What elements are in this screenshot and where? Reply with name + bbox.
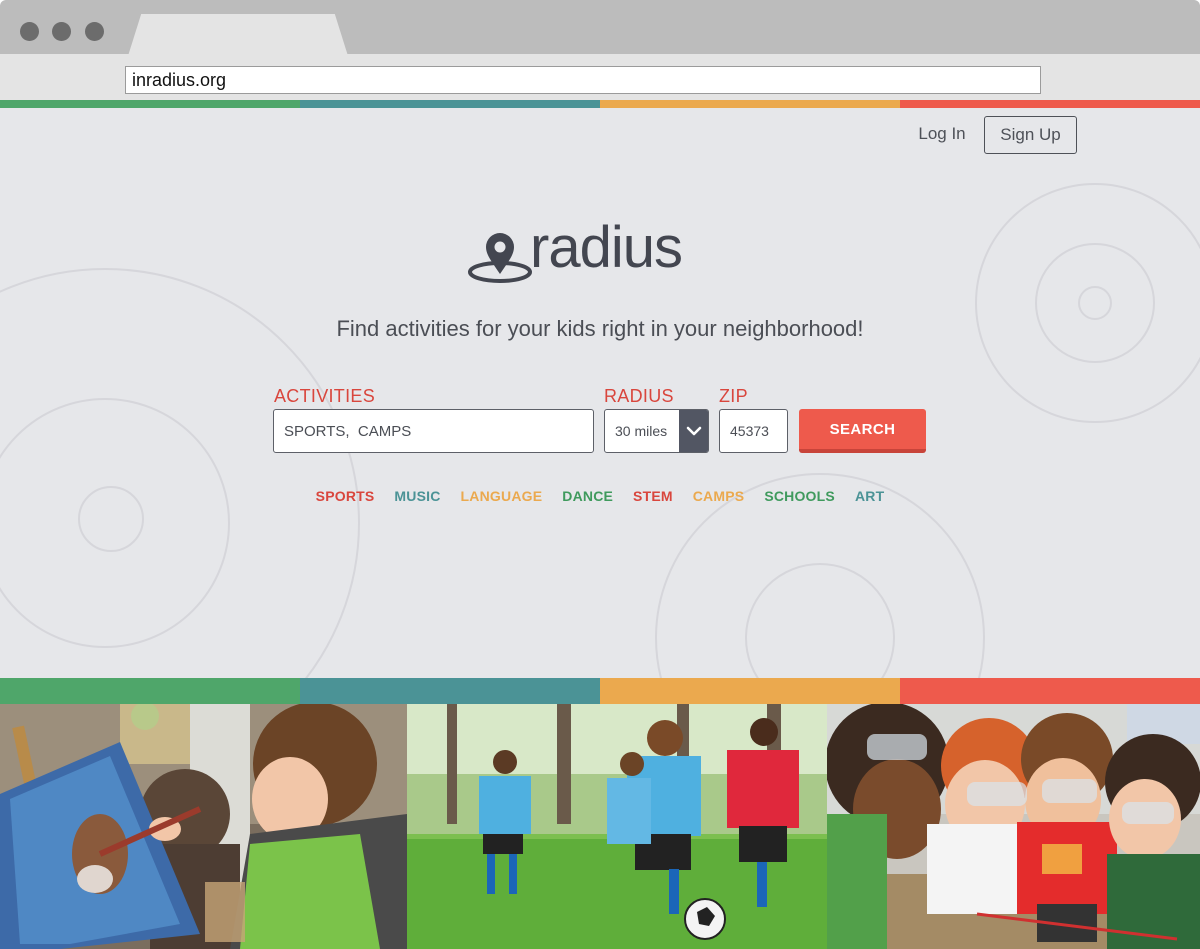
child-painting-photo — [0, 704, 407, 949]
category-link-dance[interactable]: DANCE — [562, 488, 613, 504]
bottom-color-stripe — [0, 678, 1200, 704]
search-button[interactable]: SEARCH — [799, 409, 926, 453]
category-links: SPORTS MUSIC LANGUAGE DANCE STEM CAMPS SCHOOLS… — [0, 488, 1200, 504]
browser-tab[interactable] — [128, 14, 348, 56]
window-maximize-dot[interactable] — [85, 22, 104, 41]
brand-name: radius — [530, 215, 683, 280]
category-link-art[interactable]: ART — [855, 488, 884, 504]
radius-select[interactable]: 30 miles — [604, 409, 709, 453]
category-link-music[interactable]: MUSIC — [394, 488, 440, 504]
activities-label: ACTIVITIES — [274, 386, 376, 406]
login-link[interactable]: Log In — [905, 124, 979, 144]
address-bar[interactable]: inradius.org — [125, 66, 1041, 94]
signup-button[interactable]: Sign Up — [984, 116, 1077, 154]
radius-dropdown-toggle[interactable] — [679, 410, 708, 452]
browser-titlebar — [0, 0, 1200, 56]
signup-button-label: Sign Up — [1000, 125, 1061, 144]
category-link-stem[interactable]: STEM — [633, 488, 673, 504]
decor-ring — [1078, 286, 1112, 320]
radius-logo[interactable]: radius — [466, 215, 736, 290]
kids-soccer-photo — [407, 704, 827, 949]
top-color-stripe — [0, 100, 1200, 108]
photo-strip — [0, 704, 1200, 949]
category-link-schools[interactable]: SCHOOLS — [764, 488, 835, 504]
hero-tagline: Find activities for your kids right in y… — [336, 316, 864, 341]
map-pin-icon — [468, 233, 532, 283]
zip-input[interactable] — [719, 409, 788, 453]
radius-label: RADIUS — [604, 386, 674, 406]
kids-science-photo — [827, 704, 1200, 949]
category-link-language[interactable]: LANGUAGE — [461, 488, 543, 504]
radius-select-value: 30 miles — [615, 423, 668, 439]
activities-input[interactable] — [273, 409, 594, 453]
category-link-sports[interactable]: SPORTS — [316, 488, 375, 504]
window-minimize-dot[interactable] — [52, 22, 71, 41]
hero-section: Log In Sign Up radius Find activities fo… — [0, 108, 1200, 678]
zip-label: ZIP — [719, 386, 748, 406]
window-close-dot[interactable] — [20, 22, 39, 41]
chevron-down-icon — [686, 426, 701, 436]
category-link-camps[interactable]: CAMPS — [693, 488, 745, 504]
